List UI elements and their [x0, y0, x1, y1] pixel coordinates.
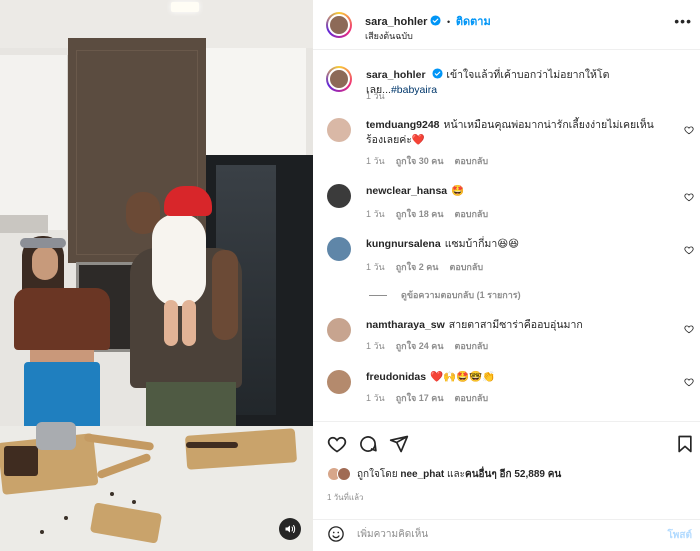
comment-input[interactable]	[357, 524, 647, 544]
post-comment-button[interactable]: โพสต์	[667, 528, 692, 543]
commenter-avatar[interactable]	[327, 370, 351, 394]
mute-icon	[285, 525, 296, 533]
comment-username[interactable]: newclear_hansa	[366, 185, 447, 197]
add-comment-bar: โพสต์	[313, 519, 700, 547]
likes-middle: และ	[447, 468, 465, 480]
likes-others[interactable]: คนอื่นๆ อีก 52,889 คน	[465, 469, 561, 480]
comment-username[interactable]: namtharaya_sw	[366, 319, 445, 331]
reply-button[interactable]: ตอบกลับ	[454, 209, 488, 219]
comment-username[interactable]: freudonidas	[366, 371, 426, 383]
post-time[interactable]: 1 วันที่แล้ว	[327, 491, 363, 504]
video-scene-hood	[0, 215, 48, 233]
caption-avatar[interactable]	[326, 66, 352, 92]
video-scene-man-arm	[212, 250, 238, 340]
author-avatar[interactable]	[326, 12, 352, 38]
follow-button[interactable]: ติดตาม	[456, 16, 491, 28]
share-icon[interactable]	[389, 434, 409, 454]
comment-likes[interactable]: ถูกใจ 24 คน	[396, 341, 444, 351]
mute-button[interactable]	[279, 518, 301, 540]
post-video[interactable]	[0, 0, 313, 551]
comment-time[interactable]: 1 วัน	[366, 393, 385, 403]
reply-button[interactable]: ตอบกลับ	[454, 341, 488, 351]
comment-time[interactable]: 1 วัน	[366, 341, 385, 351]
audio-label[interactable]: เสียงต้นฉบับ	[365, 29, 413, 43]
reply-button[interactable]: ตอบกลับ	[454, 156, 488, 166]
video-scene-cabinet	[206, 48, 306, 156]
comment-likes[interactable]: ถูกใจ 17 คน	[396, 393, 444, 403]
more-options-button[interactable]: •••	[674, 13, 692, 29]
reply-button[interactable]: ตอบกลับ	[454, 393, 488, 403]
video-scene-woman-face	[32, 246, 58, 280]
comment-text: ❤️🙌🤩🤓👏	[430, 371, 496, 383]
commenter-avatar[interactable]	[327, 184, 351, 208]
heart-icon[interactable]	[684, 324, 694, 334]
video-scene-food	[4, 446, 38, 476]
liker-username[interactable]: nee_phat	[400, 469, 444, 480]
post-header: sara_hohler • ติดตาม เสียงต้นฉบับ •••	[313, 0, 700, 50]
video-scene-crumb	[64, 516, 68, 520]
comment-username[interactable]: temduang9248	[366, 119, 440, 131]
comment-time[interactable]: 1 วัน	[366, 209, 385, 219]
view-replies-button[interactable]: ดูข้อความตอบกลับ (1 รายการ)	[369, 288, 521, 302]
video-scene-food	[186, 442, 238, 448]
video-scene-pot	[36, 422, 76, 450]
post-actions: ถูกใจโดย nee_phat และคนอื่นๆ อีก 52,889 …	[313, 421, 700, 546]
comment-text: สายตาสามีซาร่าคืออบอุ่นมาก	[448, 319, 583, 331]
post-details-panel: sara_hohler • ติดตาม เสียงต้นฉบับ ••• sa…	[313, 0, 700, 551]
reply-button[interactable]: ตอบกลับ	[449, 262, 483, 272]
emoji-icon[interactable]	[327, 525, 345, 543]
comment-text: แซมบ้ากี่มา😆😆	[444, 238, 520, 250]
heart-icon[interactable]	[684, 245, 694, 255]
comment-likes[interactable]: ถูกใจ 2 คน	[396, 262, 439, 272]
video-scene-crumb	[40, 530, 44, 534]
comment-time[interactable]: 1 วัน	[366, 156, 385, 166]
heart-icon[interactable]	[327, 434, 347, 454]
heart-icon[interactable]	[684, 125, 694, 135]
author-username[interactable]: sara_hohler	[365, 16, 427, 28]
verified-icon	[432, 68, 443, 79]
caption-time[interactable]: 1 วัน	[366, 91, 385, 101]
video-scene-man-pants	[146, 382, 236, 430]
video-scene-light	[171, 2, 199, 12]
video-scene-baby-leg	[182, 300, 196, 346]
comment-text: 🤩	[451, 185, 465, 197]
bookmark-icon[interactable]	[675, 434, 695, 454]
caption-hashtag[interactable]: #babyaira	[391, 84, 437, 96]
commenter-avatar[interactable]	[327, 118, 351, 142]
video-scene-baby-hat	[164, 186, 212, 216]
caption-username[interactable]: sara_hohler	[366, 69, 426, 81]
video-scene-baby	[152, 214, 206, 306]
video-scene-headband	[20, 238, 66, 248]
video-scene-crumb	[132, 500, 136, 504]
comment-username[interactable]: kungnursalena	[366, 238, 441, 250]
video-scene-baby-leg	[164, 300, 178, 346]
heart-icon[interactable]	[684, 377, 694, 387]
commenter-avatar[interactable]	[327, 237, 351, 261]
liker-avatar	[337, 467, 351, 481]
comment-likes[interactable]: ถูกใจ 18 คน	[396, 209, 444, 219]
video-scene-crumb	[110, 492, 114, 496]
video-scene-cabinet	[0, 55, 68, 230]
video-scene-woman-top	[14, 288, 110, 350]
likes-prefix: ถูกใจโดย	[357, 468, 398, 480]
verified-icon	[430, 15, 441, 26]
likes-summary: ถูกใจโดย nee_phat และคนอื่นๆ อีก 52,889 …	[327, 465, 561, 483]
comment-icon[interactable]	[358, 434, 378, 454]
commenter-avatar[interactable]	[327, 318, 351, 342]
heart-icon[interactable]	[684, 192, 694, 202]
header-separator: •	[446, 17, 451, 27]
comment-time[interactable]: 1 วัน	[366, 262, 385, 272]
comment-likes[interactable]: ถูกใจ 30 คน	[396, 156, 444, 166]
